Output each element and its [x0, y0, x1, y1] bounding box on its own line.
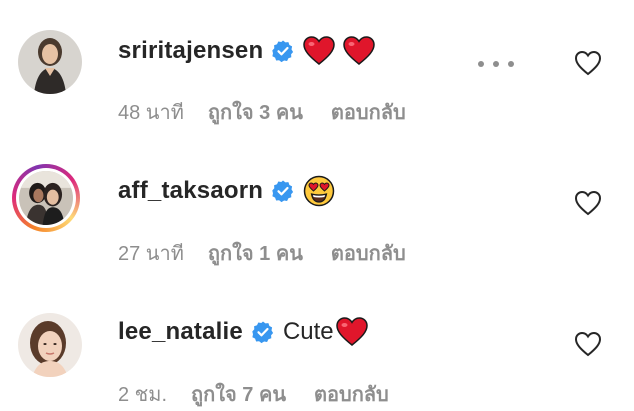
heart-eyes-emoji	[303, 175, 335, 207]
comment-line: aff_taksaorn	[118, 173, 335, 209]
avatar-photo	[19, 171, 73, 225]
avatar-story-ring[interactable]	[12, 164, 80, 232]
dot	[478, 61, 484, 67]
likes-count[interactable]: ถูกใจ 7 คน	[191, 378, 286, 410]
more-options-icon[interactable]	[478, 58, 514, 70]
heart-outline-icon	[574, 331, 602, 357]
avatar-inner	[16, 168, 76, 228]
comment-line: sriritajensen	[118, 33, 376, 69]
comment-meta: 27 นาที ถูกใจ 1 คน ตอบกลับ	[118, 239, 406, 267]
verified-badge-icon	[252, 321, 274, 344]
avatar-photo	[18, 30, 82, 94]
likes-count[interactable]: ถูกใจ 3 คน	[208, 96, 303, 128]
like-comment-button[interactable]	[574, 190, 602, 216]
red-heart-emoji	[343, 36, 376, 66]
like-comment-button[interactable]	[574, 331, 602, 357]
username[interactable]: aff_taksaorn	[118, 177, 263, 205]
avatar[interactable]	[18, 30, 82, 94]
reply-button[interactable]: ตอบกลับ	[331, 237, 406, 269]
comment-text: Cute	[282, 318, 334, 345]
username[interactable]: lee_natalie	[118, 318, 243, 346]
dot	[493, 61, 499, 67]
username[interactable]: sriritajensen	[118, 37, 263, 65]
heart-outline-icon	[574, 190, 602, 216]
comment-time[interactable]: 27 นาที	[118, 237, 184, 269]
likes-count[interactable]: ถูกใจ 1 คน	[208, 237, 303, 269]
comment-item: aff_taksaorn 27 นาที ถูกใจ 1 คน ตอบกลับ	[0, 140, 634, 270]
comment-item: sriritajensen 48 นาที ถูกใจ 3 คน ตอบกลับ	[0, 0, 634, 130]
comment-meta: 48 นาที ถูกใจ 3 คน ตอบกลับ	[118, 98, 406, 126]
verified-badge-icon	[272, 180, 294, 203]
avatar[interactable]	[18, 313, 82, 377]
avatar-photo	[18, 313, 82, 377]
comment-item: lee_natalie Cute 2 ชม. ถูกใจ 7 คน ตอบกลั…	[0, 281, 634, 411]
comment-line: lee_natalie Cute	[118, 314, 368, 350]
reply-button[interactable]: ตอบกลับ	[331, 96, 406, 128]
avatar	[19, 171, 73, 225]
reply-button[interactable]: ตอบกลับ	[314, 378, 389, 410]
comment-time[interactable]: 2 ชม.	[118, 378, 167, 410]
red-heart-emoji	[335, 317, 368, 347]
comment-meta: 2 ชม. ถูกใจ 7 คน ตอบกลับ	[118, 380, 389, 408]
like-comment-button[interactable]	[574, 50, 602, 76]
comment-time[interactable]: 48 นาที	[118, 96, 184, 128]
verified-badge-icon	[272, 40, 294, 63]
heart-outline-icon	[574, 50, 602, 76]
red-heart-emoji	[303, 36, 336, 66]
dot	[508, 61, 514, 67]
